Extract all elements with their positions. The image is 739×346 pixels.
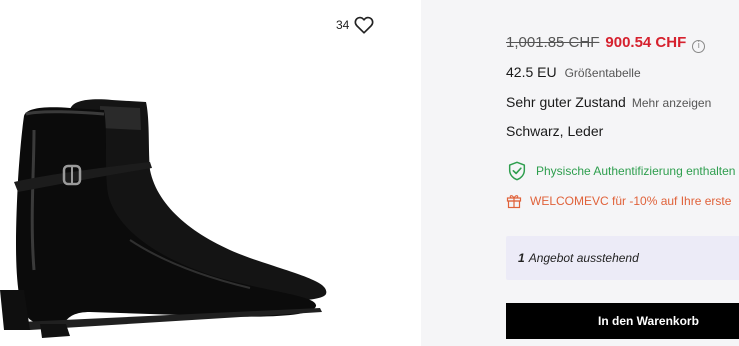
heart-icon[interactable] (353, 14, 375, 36)
add-to-cart-button[interactable]: In den Warenkorb (506, 303, 739, 339)
offer-count: 1 (518, 251, 525, 265)
info-icon[interactable]: i (692, 39, 706, 53)
price-row: 1,001.85 CHF 900.54 CHF i (506, 34, 706, 53)
promo-notice: WELCOMEVC für -10% auf Ihre erste (506, 193, 731, 209)
condition-value: Sehr guter Zustand (506, 94, 626, 110)
authentication-text: Physische Authentifizierung enthalten (536, 164, 736, 178)
size-value: 42.5 EU (506, 64, 557, 80)
product-image[interactable] (0, 90, 340, 340)
color-material: Schwarz, Leder (506, 123, 604, 139)
show-more-link[interactable]: Mehr anzeigen (632, 96, 711, 110)
authentication-notice: Physische Authentifizierung enthalten (506, 160, 735, 182)
size-row: 42.5 EU Größentabelle (506, 64, 641, 80)
pending-offer-box: 1 Angebot ausstehend (506, 236, 739, 280)
sale-price: 900.54 CHF (605, 34, 687, 51)
gift-icon (506, 195, 522, 209)
promo-text: WELCOMEVC für -10% auf Ihre erste (530, 194, 732, 208)
image-panel: 34 (0, 0, 421, 346)
like-button[interactable]: 34 (336, 14, 375, 36)
size-chart-link[interactable]: Größentabelle (565, 66, 641, 80)
offer-text: Angebot ausstehend (528, 251, 639, 265)
condition-row: Sehr guter Zustand Mehr anzeigen (506, 94, 711, 110)
like-count: 34 (336, 18, 350, 32)
original-price: 1,001.85 CHF (506, 34, 600, 51)
shield-check-icon (508, 161, 526, 181)
product-details-panel: 1,001.85 CHF 900.54 CHF i 42.5 EU Größen… (421, 0, 739, 346)
